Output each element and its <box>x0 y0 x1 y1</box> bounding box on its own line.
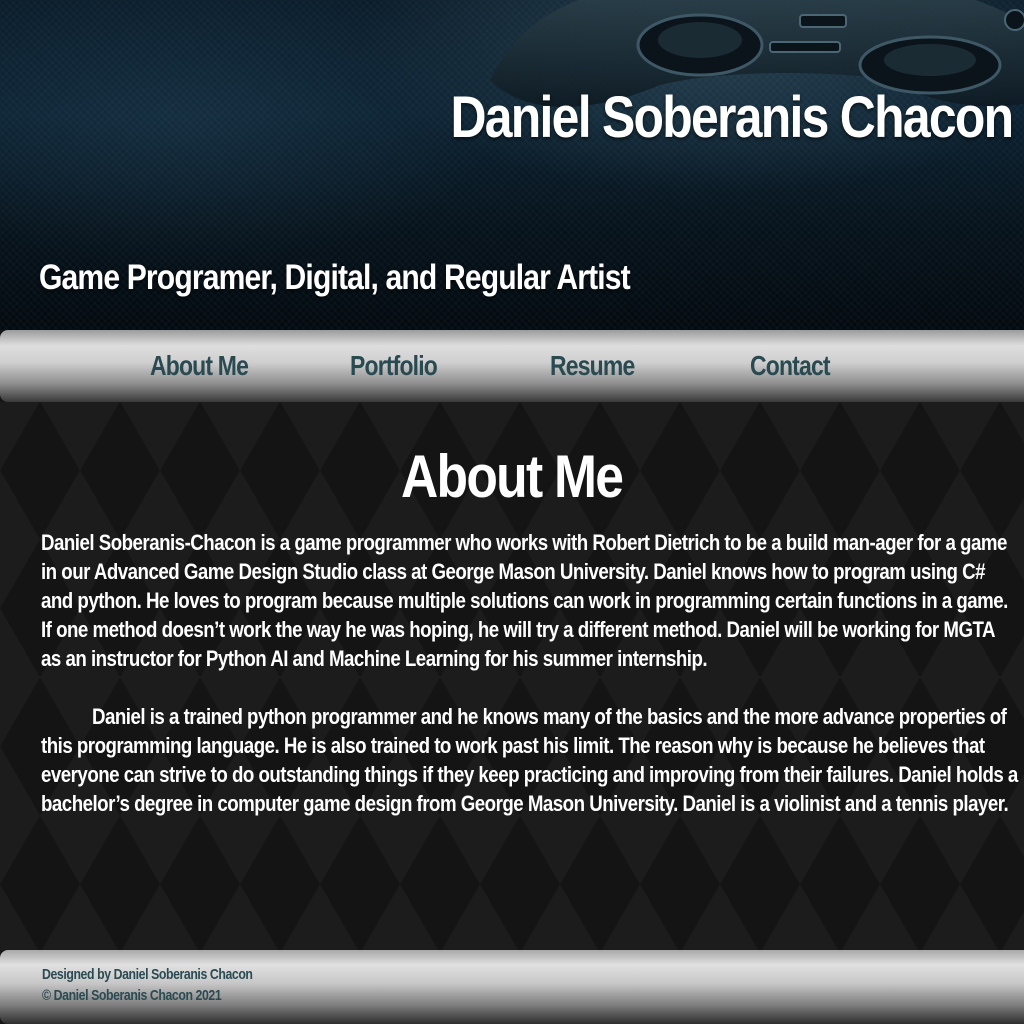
footer-copyright: © Daniel Soberanis Chacon 2021 <box>42 987 222 1004</box>
nav-link-contact[interactable]: Contact <box>750 350 831 382</box>
page-title: About Me <box>0 442 1024 511</box>
site-name: Daniel Soberanis Chacon <box>450 85 1014 150</box>
nav-link-resume[interactable]: Resume <box>550 350 635 382</box>
site-header: Daniel Soberanis Chacon Game Programer, … <box>0 0 1024 330</box>
bio-paragraph-1: Daniel Soberanis-Chacon is a game progra… <box>41 530 1008 671</box>
main-content: About Me Daniel Soberanis-Chacon is a ga… <box>0 402 1024 950</box>
page-title-text: About Me <box>401 443 624 510</box>
footer-credit: Designed by Daniel Soberanis Chacon <box>42 966 253 983</box>
site-tagline: Game Programer, Digital, and Regular Art… <box>39 258 631 297</box>
nav-link-portfolio[interactable]: Portfolio <box>350 350 438 382</box>
bio-text: Daniel Soberanis-Chacon is a game progra… <box>41 528 1019 818</box>
bio-paragraph-2: Daniel is a trained python programmer an… <box>41 704 1018 816</box>
nav-link-about-me[interactable]: About Me <box>150 350 249 382</box>
main-navigation: About Me Portfolio Resume Contact <box>0 330 1024 402</box>
site-footer: Designed by Daniel Soberanis Chacon © Da… <box>0 950 1024 1024</box>
